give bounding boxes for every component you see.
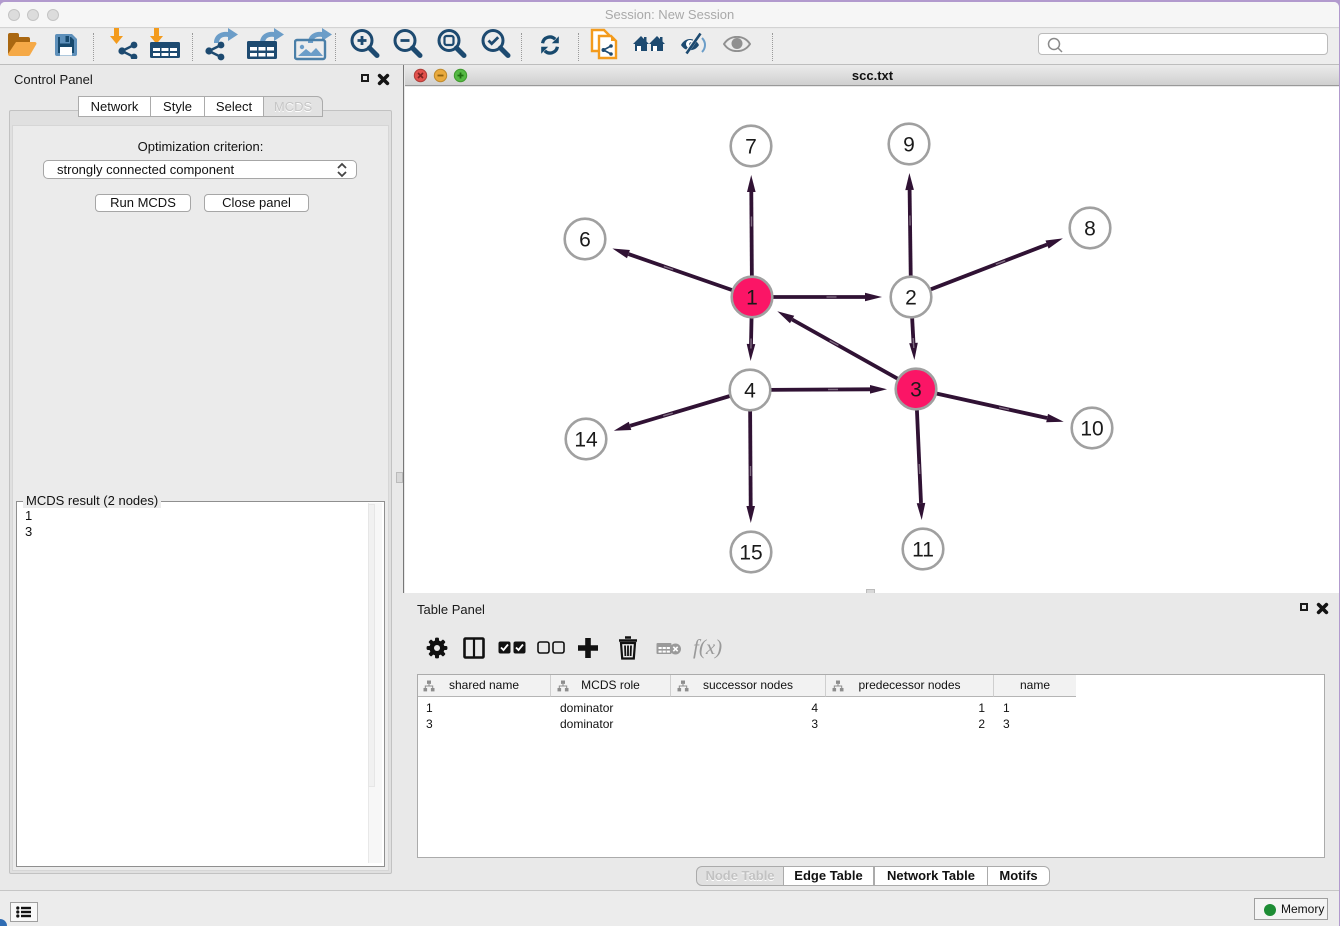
svg-text:6: 6 [579, 229, 591, 252]
svg-text:7: 7 [745, 136, 757, 159]
svg-text:4: 4 [744, 380, 756, 403]
svg-text:11: 11 [912, 539, 934, 562]
svg-text:10: 10 [1080, 418, 1103, 441]
svg-text:1: 1 [746, 287, 758, 310]
svg-text:14: 14 [574, 429, 598, 452]
svg-text:15: 15 [739, 542, 762, 565]
svg-text:3: 3 [910, 379, 922, 402]
svg-text:8: 8 [1084, 218, 1096, 241]
svg-text:2: 2 [905, 287, 917, 310]
svg-text:9: 9 [903, 134, 915, 157]
